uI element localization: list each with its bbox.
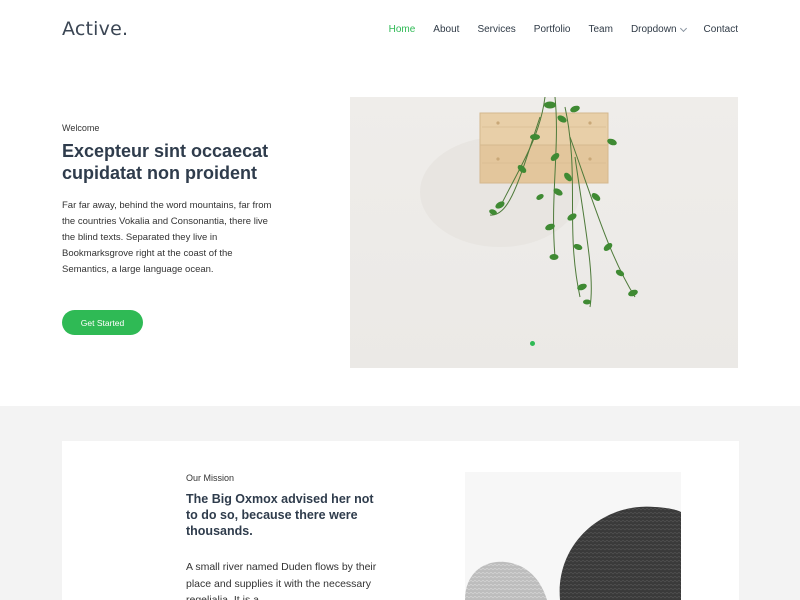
carousel-dot-active[interactable] xyxy=(530,341,535,346)
hanging-plant-illustration xyxy=(420,97,638,308)
main-nav: Home About Services Portfolio Team Dropd… xyxy=(389,24,738,35)
hero-text: Far far away, behind the word mountains,… xyxy=(62,200,272,275)
nav-services[interactable]: Services xyxy=(477,24,515,35)
knit-poufs-illustration xyxy=(465,472,681,600)
hero-title: Excepteur sint occaecat cupidatat non pr… xyxy=(62,141,269,183)
mission-image xyxy=(465,472,681,600)
site-header: Active. Home About Services Portfolio Te… xyxy=(0,0,800,62)
nav-dropdown-label: Dropdown xyxy=(630,24,677,35)
mission-title: The Big Oxmox advised her not to do so, … xyxy=(186,492,374,538)
hero-section: Welcome Excepteur sint occaecat cupidata… xyxy=(0,62,800,406)
get-started-button[interactable]: Get Started xyxy=(62,310,143,335)
hero-image xyxy=(350,97,738,368)
chevron-down-icon xyxy=(679,24,687,32)
hero-eyebrow: Welcome xyxy=(62,123,100,133)
nav-contact[interactable]: Contact xyxy=(704,24,738,35)
nav-about[interactable]: About xyxy=(433,24,459,35)
logo[interactable]: Active. xyxy=(62,18,128,40)
nav-team[interactable]: Team xyxy=(588,24,612,35)
nav-dropdown[interactable]: Dropdown xyxy=(630,24,687,35)
mission-eyebrow: Our Mission xyxy=(186,473,235,483)
mission-text: A small river named Duden flows by their… xyxy=(186,561,377,600)
nav-portfolio[interactable]: Portfolio xyxy=(534,24,571,35)
nav-home[interactable]: Home xyxy=(389,24,416,35)
